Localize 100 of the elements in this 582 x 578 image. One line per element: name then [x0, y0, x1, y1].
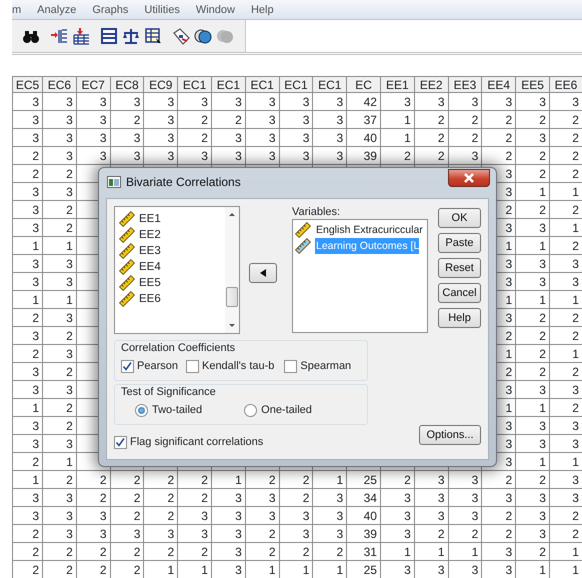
table-cell: 2: [448, 128, 482, 146]
column-header[interactable]: EC9: [144, 76, 178, 92]
table-cell: 2: [448, 110, 482, 128]
menu-item[interactable]: m: [12, 0, 22, 19]
table-cell: 2: [12, 308, 42, 326]
circles-icon[interactable]: [194, 27, 212, 45]
transfer-button[interactable]: [249, 263, 277, 283]
menu-item[interactable]: Utilities: [144, 0, 180, 19]
table-cell: 2: [42, 164, 76, 182]
list-item[interactable]: EE6: [139, 291, 161, 307]
radio-button[interactable]: [244, 404, 258, 417]
list-item[interactable]: EE4: [139, 259, 161, 275]
column-header[interactable]: EC6: [42, 76, 76, 92]
column-header[interactable]: EC1: [245, 76, 280, 92]
table-cell: 2: [211, 110, 246, 128]
column-header[interactable]: EC7: [76, 76, 110, 92]
table-cell: 40: [346, 128, 380, 146]
checkbox-label[interactable]: Spearman: [300, 360, 352, 373]
dialog-button[interactable]: Reset: [438, 258, 481, 278]
column-header[interactable]: EE3: [448, 76, 482, 92]
checkbox-label[interactable]: Kendall's tau-b: [202, 360, 274, 373]
table-cell: 3: [76, 92, 110, 110]
radio-button[interactable]: [135, 404, 148, 417]
table-cell: 3: [178, 146, 212, 164]
table-cell: 3: [12, 200, 42, 218]
table-cell: 2: [414, 128, 448, 146]
menu-item[interactable]: Window: [196, 0, 235, 19]
table-cell: 2: [76, 470, 110, 488]
column-header[interactable]: EC1: [211, 76, 246, 92]
table-cell: 3: [42, 524, 76, 542]
table-cell: 3: [279, 128, 313, 146]
menu-item[interactable]: Analyze: [37, 0, 76, 19]
table-cell: 3: [380, 488, 414, 506]
column-header[interactable]: EC8: [110, 76, 144, 92]
checkbox[interactable]: [284, 360, 298, 373]
radio-label[interactable]: Two-tailed: [152, 404, 202, 417]
checkbox-label[interactable]: Pearson: [137, 360, 178, 373]
scale-icon[interactable]: [122, 27, 140, 45]
grid-icon[interactable]: [100, 27, 118, 45]
table-cell: 1: [516, 290, 550, 308]
column-header[interactable]: EE4: [482, 76, 516, 92]
insert-column-icon[interactable]: [72, 27, 90, 45]
column-header[interactable]: EE5: [516, 76, 550, 92]
table-cell: 2: [482, 110, 516, 128]
table-cell: 2: [178, 542, 212, 560]
list-item[interactable]: English Extracuriccular: [315, 222, 423, 238]
menu-item[interactable]: Graphs: [92, 0, 128, 19]
table-cell: 3: [482, 542, 516, 560]
table-cell: 3: [279, 110, 313, 128]
table-cell: 2: [245, 524, 280, 542]
list-item[interactable]: EE2: [139, 227, 161, 243]
column-header[interactable]: EE1: [380, 76, 414, 92]
checkbox[interactable]: [114, 436, 127, 449]
checkbox[interactable]: [121, 360, 134, 373]
table-cell: 3: [448, 488, 482, 506]
table-cell: 3: [12, 218, 42, 236]
variables-list[interactable]: English Extracuriccular Learning Outcomes [L: [292, 219, 428, 333]
dialog-button[interactable]: OK: [438, 208, 481, 228]
table-cell: 2: [42, 542, 76, 560]
dialog-button[interactable]: Cancel: [438, 283, 481, 303]
table-cell: 3: [76, 506, 110, 524]
table-cell: 1: [414, 542, 448, 560]
table-cell: 1: [42, 236, 76, 254]
table-cell: 2: [380, 470, 414, 488]
scrollbar[interactable]: [225, 207, 239, 333]
list-item[interactable]: EE1: [139, 211, 161, 227]
column-header[interactable]: EC: [346, 76, 380, 92]
table-cell: 2: [42, 326, 76, 344]
list-item[interactable]: EE3: [139, 243, 161, 259]
table-cell: 2: [279, 542, 313, 560]
table-cell: 34: [346, 488, 380, 506]
menu-item[interactable]: Help: [250, 0, 274, 19]
column-header[interactable]: EC1: [312, 76, 347, 92]
column-header[interactable]: EC1: [178, 76, 212, 92]
table-cell: 3: [42, 434, 76, 452]
table-cell: 3: [448, 146, 482, 164]
close-button[interactable]: [448, 169, 490, 187]
column-header[interactable]: EC1: [279, 76, 313, 92]
close-icon: [463, 173, 475, 183]
checkbox[interactable]: [186, 360, 199, 373]
table-cell: 2: [516, 344, 550, 362]
column-header[interactable]: EE2: [414, 76, 448, 92]
insert-row-icon[interactable]: [50, 27, 68, 45]
list-item[interactable]: EE5: [139, 275, 161, 291]
table-cell: 3: [245, 110, 280, 128]
table-cell: 1: [380, 110, 414, 128]
radio-label[interactable]: One-tailed: [261, 404, 312, 417]
table-cell: 2: [516, 164, 550, 182]
tag-icon[interactable]: [172, 27, 190, 45]
checkbox-label[interactable]: Flag significant correlations: [130, 434, 264, 450]
dialog-button[interactable]: Help: [438, 308, 481, 328]
options-button[interactable]: Options...: [419, 425, 481, 445]
table-icon[interactable]: [144, 27, 162, 45]
column-header[interactable]: EE6: [549, 76, 582, 92]
table-cell: 3: [516, 272, 550, 290]
table-cell: 2: [76, 542, 110, 560]
dialog-button[interactable]: Paste: [438, 233, 481, 253]
table-cell: 3: [312, 128, 347, 146]
column-header[interactable]: EC5: [12, 76, 42, 92]
variable-list[interactable]: EE1 EE2 EE3 EE4 EE5 EE6: [114, 206, 240, 334]
